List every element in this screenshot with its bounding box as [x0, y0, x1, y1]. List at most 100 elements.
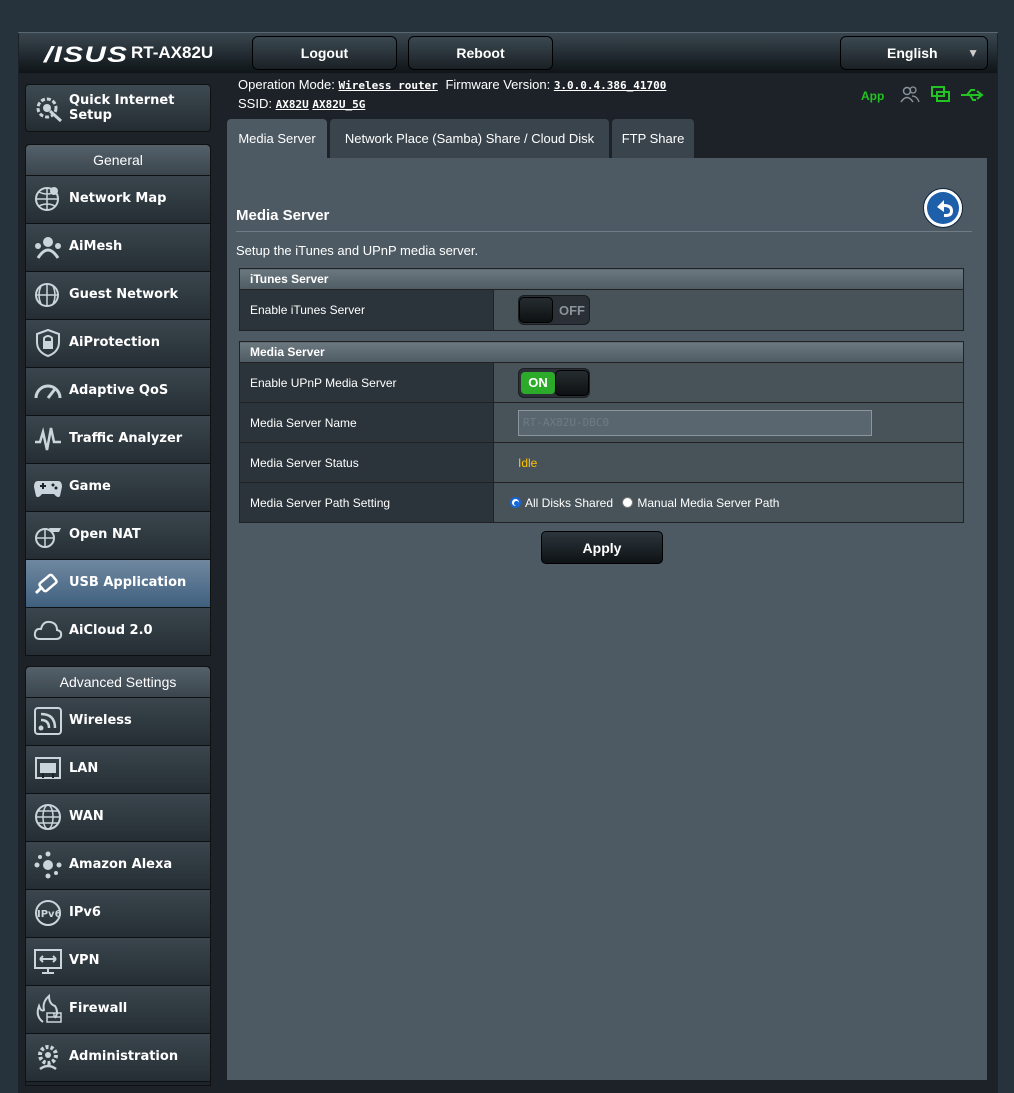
firmware-link[interactable]: 3.0.0.4.386_41700: [554, 79, 667, 92]
asus-logo: /ISUS: [44, 42, 129, 67]
tab-samba-share[interactable]: Network Place (Samba) Share / Cloud Disk: [330, 119, 609, 158]
sidebar-item-firewall[interactable]: Firewall: [26, 986, 210, 1034]
upnp-toggle[interactable]: ON: [518, 367, 590, 398]
sidebar-item-aiprotection[interactable]: AiProtection: [26, 320, 210, 368]
network-map-icon: [35, 187, 59, 211]
ssid-5g-link[interactable]: AX82U_5G: [312, 98, 365, 111]
sidebar-item-network-map[interactable]: Network Map: [26, 176, 210, 224]
sidebar-item-vpn[interactable]: VPN: [26, 938, 210, 986]
sidebar-item-wireless[interactable]: Wireless: [26, 698, 210, 746]
itunes-section-header: iTunes Server: [239, 268, 964, 290]
apply-button[interactable]: Apply: [541, 531, 663, 564]
ssid-label: SSID:: [238, 96, 272, 111]
wireless-icon: [34, 707, 62, 735]
sidebar-item-label: AiMesh: [69, 239, 123, 254]
sidebar-item-adaptive-qos[interactable]: Adaptive QoS: [26, 368, 210, 416]
svg-text:IPv6: IPv6: [37, 909, 62, 920]
sidebar-item-label: Traffic Analyzer: [69, 431, 183, 446]
sidebar-item-aimesh[interactable]: AiMesh: [26, 224, 210, 272]
server-name-input[interactable]: RT-AX82U-DBC0: [518, 409, 872, 436]
sidebar-item-usb-application[interactable]: USB Application: [26, 560, 210, 608]
internet-status-icon[interactable]: [931, 86, 951, 104]
operation-mode-label: Operation Mode:: [238, 77, 335, 92]
radio-all-disks-label[interactable]: All Disks Shared: [525, 496, 613, 510]
back-arrow-icon: [927, 192, 959, 224]
traffic-icon: [35, 427, 61, 451]
sidebar-item-guest-network[interactable]: Guest Network: [26, 272, 210, 320]
radio-all-disks[interactable]: [510, 496, 521, 508]
sidebar-item-label: AiCloud 2.0: [69, 623, 153, 638]
logout-button[interactable]: Logout: [252, 36, 397, 70]
globe-icon: [35, 804, 61, 830]
page-description: Setup the iTunes and UPnP media server.: [236, 243, 479, 258]
gauge-icon: [34, 384, 62, 399]
sidebar-item-label: Open NAT: [69, 527, 141, 542]
ssid-line: SSID: AX82U AX82U_5G: [238, 96, 365, 111]
sidebar-item-label: Firewall: [69, 1001, 128, 1016]
radio-manual-path[interactable]: [622, 496, 634, 508]
advanced-title: Advanced Settings: [26, 667, 210, 698]
chevron-down-icon: ▼: [967, 46, 979, 60]
sidebar-item-label: WAN: [69, 809, 104, 824]
advanced-section: Advanced Settings Wireless LAN WAN Amazon A…: [25, 666, 211, 1086]
server-name-label: Media Server Name: [239, 402, 494, 443]
sidebar-item-ipv6[interactable]: IPv6 IPv6: [26, 890, 210, 938]
sidebar-item-amazon-alexa[interactable]: Amazon Alexa: [26, 842, 210, 890]
lan-icon: [35, 757, 61, 779]
ipv6-icon: IPv6: [35, 900, 62, 926]
quick-internet-setup-button[interactable]: Quick Internet Setup: [25, 84, 211, 132]
general-section: General Network Map AiMesh Guest Network Ai…: [25, 144, 211, 656]
firmware-label: Firmware Version:: [445, 77, 551, 92]
ssid-2g-link[interactable]: AX82U: [276, 98, 309, 111]
sidebar-item-label: Network Map: [69, 191, 167, 206]
aimesh-icon: [35, 237, 61, 259]
sidebar-item-label: Wireless: [69, 713, 132, 728]
guest-network-icon: [35, 283, 59, 307]
sidebar-item-traffic-analyzer[interactable]: Traffic Analyzer: [26, 416, 210, 464]
title-divider: [236, 231, 972, 232]
sidebar-item-administration[interactable]: Administration: [26, 1034, 210, 1082]
sidebar-item-aicloud-2-0[interactable]: AiCloud 2.0: [26, 608, 210, 656]
firewall-icon: [36, 994, 62, 1023]
sidebar-item-label: Administration: [69, 1049, 179, 1064]
gamepad-icon: [34, 481, 62, 498]
language-value: English: [887, 45, 938, 61]
toggle-knob: [519, 297, 553, 323]
operation-mode-line: Operation Mode: Wireless router Firmware…: [238, 77, 666, 92]
sidebar-item-label: AiProtection: [69, 335, 160, 350]
upnp-enable-label: Enable UPnP Media Server: [239, 362, 494, 403]
app-link[interactable]: App: [861, 89, 884, 103]
gear-icon: [38, 1045, 58, 1071]
back-button[interactable]: [923, 188, 963, 228]
sidebar-item-label: Adaptive QoS: [69, 383, 169, 398]
cloud-icon: [33, 620, 63, 640]
clients-icon[interactable]: [900, 86, 920, 104]
server-path-label: Media Server Path Setting: [239, 482, 494, 523]
operation-mode-link[interactable]: Wireless router: [338, 79, 437, 92]
reboot-button[interactable]: Reboot: [408, 36, 553, 70]
sidebar-item-label: Amazon Alexa: [69, 857, 173, 872]
quick-setup-icon: [36, 97, 63, 123]
open-nat-icon: [35, 528, 61, 548]
usb-status-icon[interactable]: [960, 86, 984, 104]
toggle-on-text: ON: [521, 371, 555, 394]
sidebar-item-open-nat[interactable]: Open NAT: [26, 512, 210, 560]
sidebar-item-lan[interactable]: LAN: [26, 746, 210, 794]
alexa-icon: [34, 851, 62, 879]
language-select[interactable]: English ▼: [840, 36, 988, 70]
usb-icon: [34, 573, 58, 595]
sidebar-item-label: VPN: [69, 953, 100, 968]
toggle-off-text: OFF: [559, 303, 585, 318]
tab-media-server[interactable]: Media Server: [227, 119, 327, 158]
sidebar-item-game[interactable]: Game: [26, 464, 210, 512]
itunes-enable-label: Enable iTunes Server: [239, 289, 494, 331]
itunes-settings-table: iTunes Server Enable iTunes Server OFF: [239, 268, 964, 331]
itunes-toggle[interactable]: OFF: [518, 295, 590, 325]
media-section-header: Media Server: [239, 341, 964, 363]
vpn-icon: [34, 949, 62, 974]
sidebar-item-wan[interactable]: WAN: [26, 794, 210, 842]
radio-manual-path-label[interactable]: Manual Media Server Path: [637, 496, 779, 510]
server-status-value: Idle: [518, 455, 538, 470]
tab-ftp-share[interactable]: FTP Share: [612, 119, 694, 158]
toggle-knob: [555, 369, 589, 396]
